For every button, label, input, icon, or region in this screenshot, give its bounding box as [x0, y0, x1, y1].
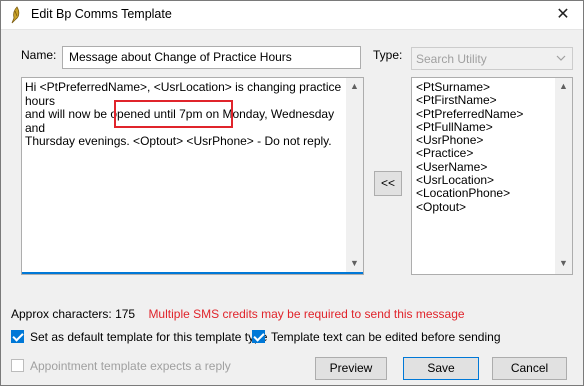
- editor-scrollbar[interactable]: ▲ ▼: [346, 78, 363, 274]
- approx-characters-row: Approx characters: 175 Multiple SMS cred…: [11, 307, 465, 321]
- editable-text-checkbox[interactable]: [252, 330, 265, 343]
- list-item[interactable]: <PtPreferredName>: [416, 107, 523, 121]
- list-item[interactable]: <PtSurname>: [416, 80, 523, 94]
- window-title: Edit Bp Comms Template: [31, 7, 172, 21]
- list-scrollbar[interactable]: ▲ ▼: [555, 78, 572, 274]
- scroll-up-icon[interactable]: ▲: [346, 78, 363, 95]
- app-logo-icon: [8, 6, 24, 24]
- highlight-annotation: [114, 100, 233, 128]
- list-item[interactable]: <UsrLocation>: [416, 173, 523, 187]
- editable-text-option[interactable]: Template text can be edited before sendi…: [252, 330, 501, 344]
- list-item[interactable]: <UserName>: [416, 160, 523, 174]
- approx-characters-label: Approx characters:: [11, 307, 112, 321]
- scroll-up-icon[interactable]: ▲: [555, 78, 572, 95]
- preview-button[interactable]: Preview: [315, 357, 387, 380]
- template-name-value: Message about Change of Practice Hours: [69, 50, 292, 64]
- type-select: Search Utility: [411, 47, 573, 70]
- list-item[interactable]: <PtFullName>: [416, 120, 523, 134]
- cancel-button[interactable]: Cancel: [492, 357, 567, 380]
- focus-underline: [22, 272, 363, 274]
- appointment-reply-option: Appointment template expects a reply: [11, 359, 231, 373]
- edit-template-dialog: Edit Bp Comms Template ✕ Name: Message a…: [0, 0, 584, 386]
- default-template-option[interactable]: Set as default template for this templat…: [11, 330, 267, 344]
- scroll-down-icon[interactable]: ▼: [346, 255, 363, 272]
- list-item[interactable]: <LocationPhone>: [416, 187, 523, 201]
- template-name-input[interactable]: Message about Change of Practice Hours: [62, 46, 361, 69]
- default-template-checkbox[interactable]: [11, 330, 24, 343]
- type-label: Type:: [373, 48, 403, 62]
- list-item[interactable]: <PtFirstName>: [416, 93, 523, 107]
- list-item[interactable]: <UsrPhone>: [416, 133, 523, 147]
- name-label: Name:: [21, 48, 57, 62]
- close-icon[interactable]: ✕: [549, 3, 577, 27]
- template-line: Thursday evenings. <Optout> <UsrPhone> -…: [25, 134, 332, 148]
- chevron-down-icon: [556, 51, 566, 68]
- scroll-down-icon[interactable]: ▼: [555, 255, 572, 272]
- fields-listbox[interactable]: <PtSurname> <PtFirstName> <PtPreferredNa…: [411, 77, 573, 275]
- list-item[interactable]: <Practice>: [416, 147, 523, 161]
- appointment-reply-label: Appointment template expects a reply: [30, 359, 231, 373]
- insert-field-button[interactable]: <<: [374, 171, 402, 196]
- list-item[interactable]: <Optout>: [416, 200, 523, 214]
- default-template-label: Set as default template for this templat…: [30, 330, 268, 344]
- title-bar: Edit Bp Comms Template ✕: [1, 1, 583, 30]
- save-button[interactable]: Save: [403, 357, 479, 380]
- editable-text-label: Template text can be edited before sendi…: [271, 330, 501, 344]
- sms-credit-warning: Multiple SMS credits may be required to …: [148, 307, 465, 321]
- appointment-reply-checkbox: [11, 359, 24, 372]
- fields-list: <PtSurname> <PtFirstName> <PtPreferredNa…: [416, 80, 523, 214]
- approx-characters-count: 175: [115, 307, 136, 321]
- type-select-placeholder: Search Utility: [416, 52, 487, 66]
